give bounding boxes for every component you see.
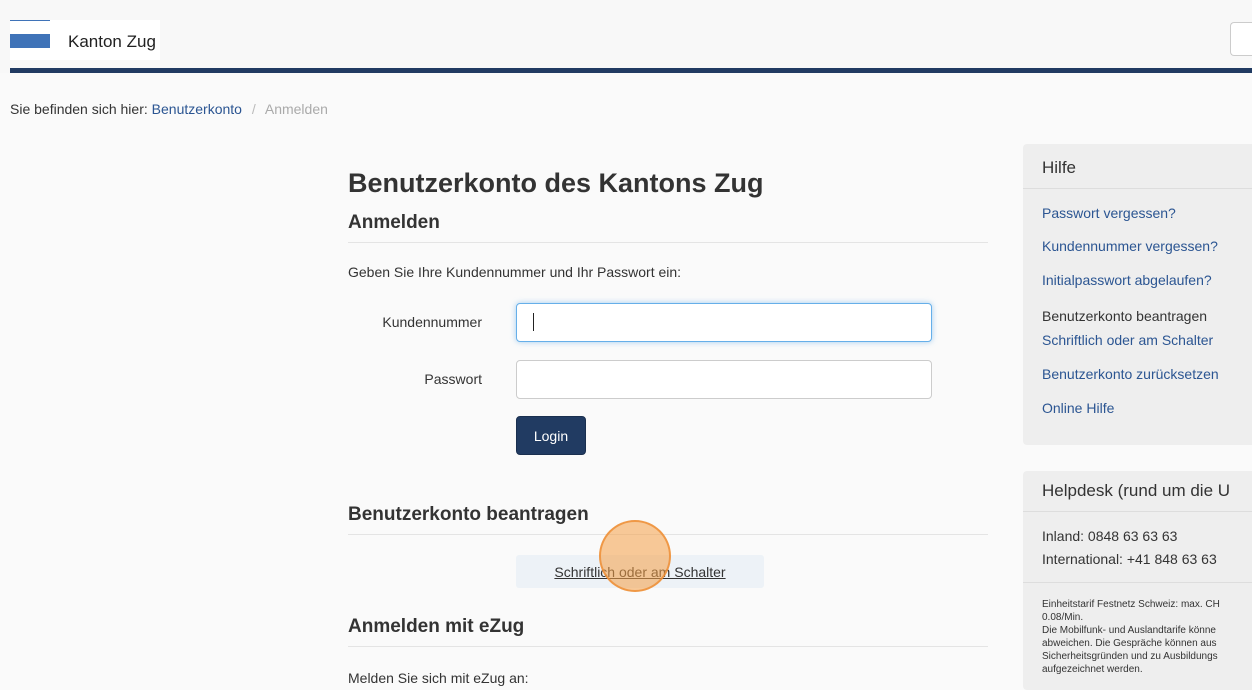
- link-kundennummer-vergessen[interactable]: Kundennummer vergessen?: [1042, 236, 1218, 256]
- breadcrumb-prefix: Sie befinden sich hier:: [10, 101, 148, 117]
- link-schriftlich-schalter[interactable]: Schriftlich oder am Schalter: [1042, 330, 1213, 350]
- login-section-heading: Anmelden: [348, 212, 988, 243]
- tariff-line: Sicherheitsgründen und zu Ausbildungs: [1042, 651, 1218, 662]
- ezug-intro-text: Melden Sie sich mit eZug an:: [348, 670, 529, 686]
- help-divider: [1023, 188, 1252, 189]
- help-apply-text: Benutzerkonto beantragen: [1042, 308, 1208, 324]
- header-divider-bar: [10, 68, 1252, 73]
- kundennummer-input[interactable]: [516, 303, 932, 342]
- page-title: Benutzerkonto des Kantons Zug: [348, 168, 764, 198]
- link-benutzerkonto-zuruecksetzen[interactable]: Benutzerkonto zurücksetzen: [1042, 364, 1219, 384]
- tariff-line: Die Mobilfunk- und Auslandtarife könne: [1042, 625, 1216, 636]
- login-intro-text: Geben Sie Ihre Kundennummer und Ihr Pass…: [348, 264, 682, 280]
- kanton-zug-logo[interactable]: Kanton Zug: [10, 20, 160, 60]
- helpdesk-divider-2: [1023, 582, 1252, 583]
- tariff-line: abweichen. Die Gespräche können aus: [1042, 638, 1217, 649]
- help-title: Hilfe: [1042, 158, 1077, 177]
- helpdesk-tariff-note: Einheitstarif Festnetz Schweiz: max. CH …: [1042, 598, 1252, 676]
- helpdesk-divider: [1023, 511, 1252, 512]
- passwort-label: Passwort: [424, 371, 482, 387]
- helpdesk-international-phone: International: +41 848 63 63: [1042, 551, 1217, 567]
- text-caret: [533, 313, 534, 331]
- link-passwort-vergessen[interactable]: Passwort vergessen?: [1042, 203, 1176, 223]
- breadcrumb-link-benutzerkonto[interactable]: Benutzerkonto: [152, 101, 242, 117]
- brand-name: Kanton Zug: [68, 32, 156, 51]
- tariff-line: aufgezeichnet werden.: [1042, 664, 1143, 675]
- link-online-hilfe[interactable]: Online Hilfe: [1042, 398, 1114, 418]
- apply-section-heading: Benutzerkonto beantragen: [348, 504, 988, 535]
- tariff-line: Einheitstarif Festnetz Schweiz: max. CH: [1042, 599, 1220, 610]
- apply-schalter-button[interactable]: Schriftlich oder am Schalter: [516, 555, 764, 588]
- link-initialpasswort-abgelaufen[interactable]: Initialpasswort abgelaufen?: [1042, 270, 1212, 290]
- passwort-input[interactable]: [516, 360, 932, 399]
- breadcrumb: Sie befinden sich hier: Benutzerkonto / …: [10, 101, 328, 117]
- kundennummer-label: Kundennummer: [382, 314, 482, 330]
- help-panel: Hilfe Passwort vergessen? Kundennummer v…: [1023, 144, 1252, 445]
- tariff-line: 0.08/Min.: [1042, 612, 1084, 623]
- site-header: Kanton Zug: [0, 0, 1252, 73]
- helpdesk-title: Helpdesk (rund um die U: [1042, 481, 1231, 500]
- breadcrumb-separator: /: [251, 101, 256, 117]
- breadcrumb-current: Anmelden: [264, 101, 328, 117]
- logo-accent-line: [10, 20, 50, 21]
- zug-flag-icon: [10, 34, 50, 48]
- helpdesk-inland-phone: Inland: 0848 63 63 63: [1042, 528, 1178, 544]
- helpdesk-panel: Helpdesk (rund um die U Inland: 0848 63 …: [1023, 471, 1252, 690]
- header-menu-button[interactable]: [1230, 22, 1252, 56]
- login-button[interactable]: Login: [516, 416, 586, 455]
- ezug-section-heading: Anmelden mit eZug: [348, 616, 988, 647]
